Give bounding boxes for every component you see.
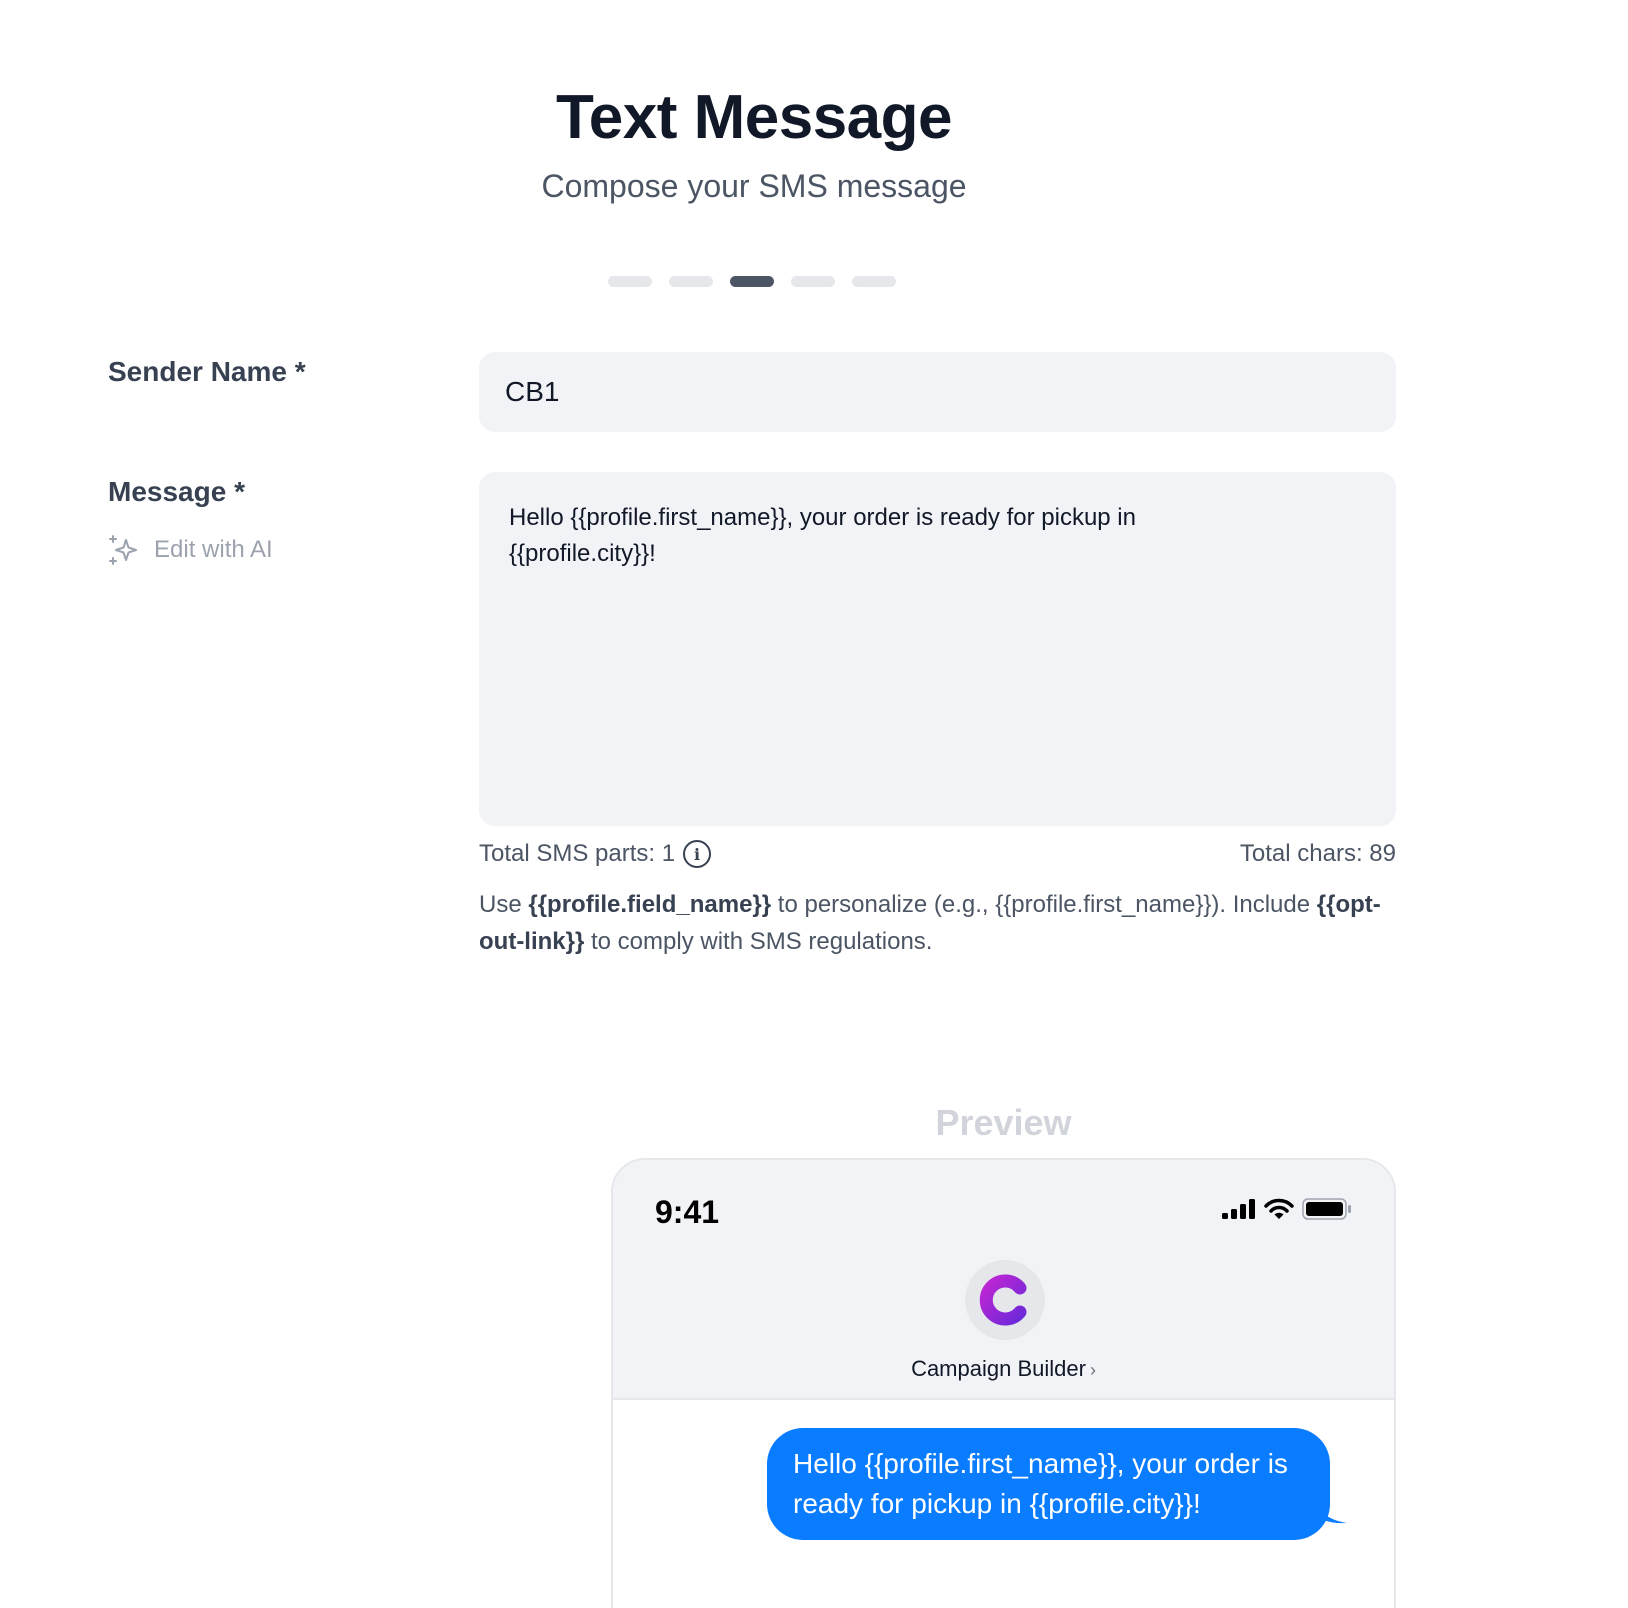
step-4[interactable] bbox=[791, 276, 835, 287]
step-indicator bbox=[608, 276, 896, 287]
total-chars: Total chars: 89 bbox=[1239, 840, 1396, 867]
battery-icon bbox=[1302, 1198, 1352, 1220]
edit-with-ai-button[interactable]: Edit with AI bbox=[106, 532, 273, 568]
step-3-current[interactable] bbox=[730, 276, 774, 287]
phone-preview: 9:41 Campaign Builder › Hello {{profile.… bbox=[611, 1158, 1396, 1608]
step-5[interactable] bbox=[852, 276, 896, 287]
page-title: Text Message bbox=[555, 83, 953, 152]
status-icons bbox=[1222, 1198, 1352, 1220]
sender-name-input[interactable]: CB1 bbox=[479, 352, 1396, 432]
step-1[interactable] bbox=[608, 276, 652, 287]
sms-parts: Total SMS parts: 1 i bbox=[479, 840, 712, 868]
contact-name-label: Campaign Builder bbox=[911, 1356, 1086, 1381]
contact-name[interactable]: Campaign Builder › bbox=[613, 1356, 1394, 1382]
sender-name-value: CB1 bbox=[505, 376, 560, 407]
sender-name-label: Sender Name * bbox=[108, 356, 306, 387]
avatar[interactable] bbox=[965, 1260, 1045, 1340]
message-bubble: Hello {{profile.first_name}}, your order… bbox=[767, 1428, 1330, 1540]
preview-label: Preview bbox=[935, 1102, 1072, 1143]
cellular-signal-icon bbox=[1222, 1199, 1256, 1219]
message-label: Message * bbox=[108, 476, 245, 507]
wifi-icon bbox=[1264, 1198, 1294, 1220]
sparkles-icon bbox=[106, 532, 142, 568]
message-meta: Total SMS parts: 1 i Total chars: 89 bbox=[479, 840, 1396, 868]
chevron-right-icon: › bbox=[1089, 1360, 1096, 1380]
info-icon[interactable]: i bbox=[683, 840, 712, 868]
help-personalize: to personalize (e.g., {{profile.first_na… bbox=[777, 891, 1311, 918]
edit-with-ai-label: Edit with AI bbox=[154, 536, 273, 563]
help-field-token: {{profile.field_name}} bbox=[528, 891, 772, 918]
help-comply: to comply with SMS regulations. bbox=[591, 928, 933, 955]
sms-parts-label: Total SMS parts: 1 bbox=[479, 840, 676, 867]
phone-header: 9:41 Campaign Builder › bbox=[613, 1160, 1394, 1400]
page-subtitle: Compose your SMS message bbox=[541, 168, 967, 204]
page: Text Message Compose your SMS message Se… bbox=[0, 0, 1628, 1608]
bubble-tail bbox=[1313, 1496, 1347, 1524]
status-time: 9:41 bbox=[655, 1194, 720, 1230]
help-text: Use {{profile.field_name}} to personaliz… bbox=[479, 886, 1396, 960]
message-textarea[interactable]: Hello {{profile.first_name}}, your order… bbox=[479, 472, 1396, 826]
help-use: Use bbox=[479, 891, 522, 918]
step-2[interactable] bbox=[669, 276, 713, 287]
